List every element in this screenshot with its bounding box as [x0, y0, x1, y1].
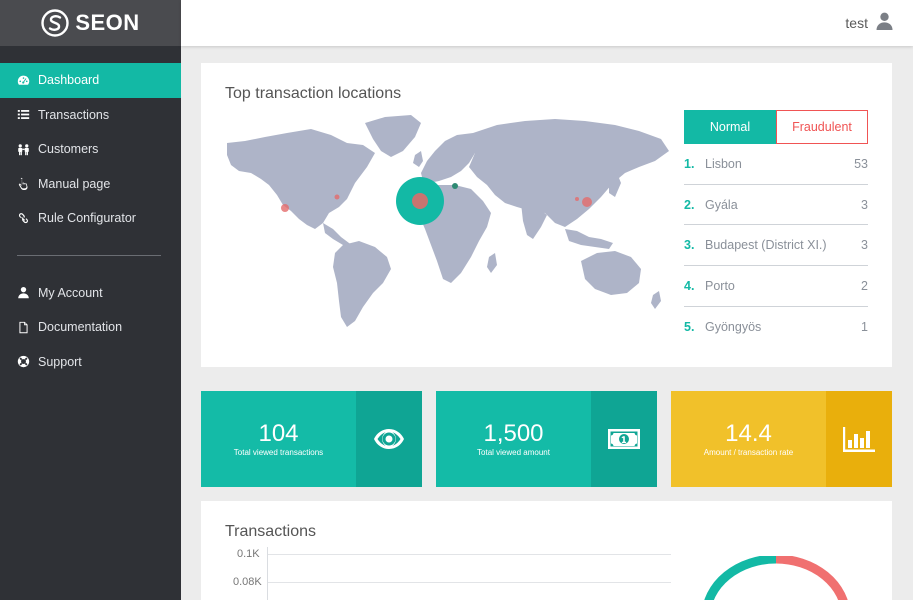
- sidebar-item-rule-configurator[interactable]: Rule Configurator: [0, 201, 181, 236]
- stat-label: Total viewed amount: [477, 447, 550, 457]
- bar-chart-icon: [826, 391, 892, 487]
- user-menu[interactable]: test: [845, 12, 893, 33]
- world-map[interactable]: [225, 111, 675, 331]
- stat-value: 14.4: [725, 419, 772, 447]
- transactions-card: Transactions 0.1K 0.08K: [201, 501, 892, 600]
- y-tick-label: 0.1K: [237, 548, 260, 560]
- stat-main: 1,500 Total viewed amount: [436, 391, 591, 487]
- user-avatar-icon: [876, 12, 893, 33]
- location-rank: 2.: [684, 197, 695, 212]
- location-count: 53: [854, 156, 868, 171]
- sidebar-item-documentation[interactable]: Documentation: [0, 310, 181, 345]
- top-bar: test: [181, 0, 913, 46]
- stat-main: 104 Total viewed transactions: [201, 391, 356, 487]
- eye-icon: [356, 391, 422, 487]
- document-icon: [17, 321, 30, 334]
- stat-tile-transactions: 104 Total viewed transactions: [201, 391, 422, 487]
- stat-tile-rate: 14.4 Amount / transaction rate: [671, 391, 892, 487]
- stat-label: Total viewed transactions: [233, 447, 324, 457]
- location-name: Budapest (District XI.): [705, 238, 827, 253]
- stat-value: 104: [258, 419, 299, 447]
- sidebar-item-my-account[interactable]: My Account: [0, 276, 181, 311]
- sidebar-item-label: My Account: [38, 285, 103, 300]
- main-nav: Dashboard Transactions Customers Manual …: [0, 63, 181, 236]
- list-icon: [17, 108, 30, 121]
- location-name: Gyöngyös: [705, 320, 762, 335]
- donut-segment-fraudulent: [775, 556, 848, 600]
- card-title: Top transaction locations: [225, 85, 402, 102]
- logo[interactable]: SEON: [0, 0, 181, 46]
- sidebar-item-support[interactable]: Support: [0, 345, 181, 380]
- stat-main: 14.4 Amount / transaction rate: [671, 391, 826, 487]
- list-item: 1. Lisbon 53: [684, 144, 868, 185]
- location-count: 3: [861, 238, 868, 253]
- location-rank: 4.: [684, 278, 695, 293]
- sidebar-item-label: Customers: [38, 142, 99, 157]
- location-rank: 1.: [684, 156, 695, 171]
- sidebar-item-label: Documentation: [38, 320, 123, 335]
- donut-segment-normal: [704, 556, 777, 600]
- gridline: [267, 554, 671, 555]
- sidebar-divider: [17, 254, 161, 256]
- sidebar-item-label: Transactions: [38, 107, 110, 122]
- sidebar-item-label: Manual page: [38, 176, 111, 191]
- toggle-normal-button[interactable]: Normal: [684, 110, 776, 144]
- money-icon: [591, 391, 657, 487]
- link-icon: [17, 212, 30, 225]
- hand-pointer-icon: [17, 177, 30, 191]
- location-count: 1: [861, 320, 868, 335]
- sidebar: SEON Dashboard Transactions Customers Ma…: [0, 0, 181, 600]
- user-icon: [17, 286, 30, 299]
- gridline: [267, 582, 671, 583]
- sidebar-item-customers[interactable]: Customers: [0, 132, 181, 167]
- transactions-donut-chart[interactable]: [701, 556, 851, 600]
- stat-tile-amount: 1,500 Total viewed amount: [436, 391, 657, 487]
- sidebar-item-label: Rule Configurator: [38, 211, 136, 226]
- location-name: Porto: [705, 278, 735, 293]
- list-item: 5. Gyöngyös 1: [684, 307, 868, 348]
- top-locations-card: Top transaction locations Normal Fraudul…: [201, 63, 892, 367]
- stat-value: 1,500: [483, 419, 544, 447]
- normal-fraudulent-toggle: Normal Fraudulent: [684, 110, 868, 144]
- sidebar-item-label: Dashboard: [38, 73, 100, 88]
- location-rank: 5.: [684, 320, 695, 335]
- list-item: 4. Porto 2: [684, 266, 868, 307]
- sidebar-item-dashboard[interactable]: Dashboard: [0, 63, 181, 98]
- sidebar-item-label: Support: [38, 354, 82, 369]
- location-count: 3: [861, 197, 868, 212]
- username: test: [845, 14, 868, 31]
- location-rank: 3.: [684, 238, 695, 253]
- stat-label: Amount / transaction rate: [703, 447, 794, 457]
- card-title: Transactions: [225, 523, 316, 540]
- list-item: 3. Budapest (District XI.) 3: [684, 225, 868, 267]
- dashboard-icon: [17, 74, 30, 87]
- sidebar-item-transactions[interactable]: Transactions: [0, 98, 181, 133]
- location-list: 1. Lisbon 53 2. Gyála 3 3. Budapest (Dis…: [684, 144, 868, 347]
- y-axis: [267, 547, 268, 600]
- lifebuoy-icon: [17, 355, 30, 368]
- seon-logo-icon: [41, 9, 70, 37]
- location-name: Gyála: [705, 197, 738, 212]
- secondary-nav: My Account Documentation Support: [0, 276, 181, 380]
- users-icon: [17, 143, 30, 156]
- y-tick-label: 0.08K: [233, 576, 262, 588]
- location-count: 2: [861, 278, 868, 293]
- location-name: Lisbon: [705, 156, 742, 171]
- toggle-fraudulent-button[interactable]: Fraudulent: [776, 110, 868, 144]
- list-item: 2. Gyála 3: [684, 185, 868, 226]
- sidebar-item-manual-page[interactable]: Manual page: [0, 167, 181, 202]
- logo-text: SEON: [75, 10, 140, 35]
